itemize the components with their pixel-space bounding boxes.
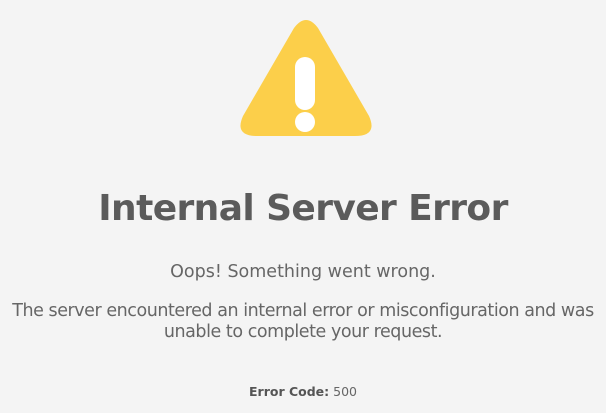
error-code: Error Code: 500 — [0, 384, 606, 400]
error-description-line-2: unable to complete your request. — [163, 322, 443, 342]
exclamation-bar-icon — [295, 57, 315, 110]
error-description-line-1: The server encountered an internal error… — [12, 301, 594, 321]
error-page: Internal Server Error Oops! Something we… — [0, 0, 606, 413]
page-title: Internal Server Error — [98, 188, 508, 229]
exclamation-dot-icon — [295, 112, 315, 132]
warning-triangle-icon — [240, 20, 372, 136]
error-description: The server encountered an internal error… — [0, 301, 606, 343]
error-code-label: Error Code: — [248, 384, 330, 399]
error-headline: Oops! Something went wrong. — [170, 262, 436, 282]
error-code-value: 500 — [333, 384, 357, 399]
